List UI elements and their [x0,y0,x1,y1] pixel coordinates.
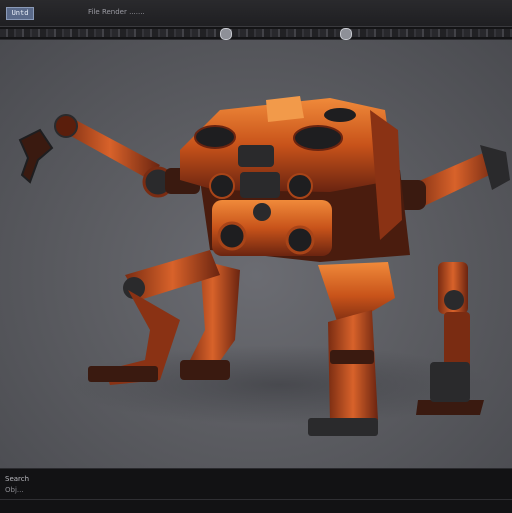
3d-viewport[interactable] [0,40,512,468]
right-arm [392,145,510,210]
title-bar: Untd File Render ....... [0,0,512,27]
status-sub-label: Obj... [5,486,24,494]
window-title: File Render ....... [88,8,145,16]
status-bar: Search Obj... [0,468,512,513]
status-label[interactable]: Search [5,475,29,484]
status-divider [0,499,512,500]
toolbar-icon-strip[interactable] [0,29,512,37]
left-arm [18,114,200,198]
robot-render [18,96,510,436]
toolbar [0,27,512,40]
viewport-toggle-button[interactable] [220,28,232,40]
render-toggle-button[interactable] [340,28,352,40]
app-icon[interactable]: Untd [6,7,34,20]
robot-torso [180,96,410,262]
